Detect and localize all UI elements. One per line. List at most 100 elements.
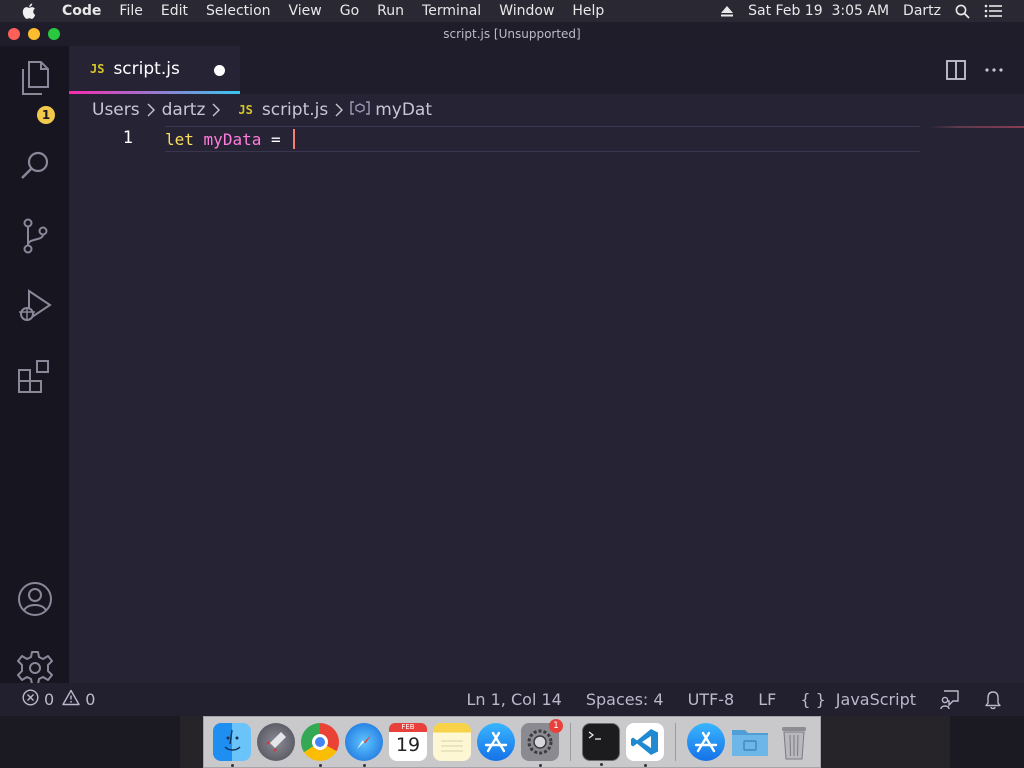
error-count: 0 — [44, 690, 55, 709]
breadcrumb-dartz[interactable]: dartz — [162, 100, 206, 120]
language-mode[interactable]: { } JavaScript — [800, 690, 916, 709]
tab-label: script.js — [113, 58, 180, 79]
chevron-right-icon — [212, 103, 221, 117]
file-encoding[interactable]: UTF-8 — [688, 690, 735, 709]
notification-badge: 1 — [549, 719, 563, 733]
split-editor-icon[interactable] — [946, 60, 966, 84]
editor-actions — [946, 60, 1004, 84]
variable-token: myData — [203, 130, 262, 149]
apple-menu-icon[interactable] — [20, 3, 36, 19]
breadcrumb-users[interactable]: Users — [92, 100, 140, 120]
notifications-bell-icon[interactable] — [984, 690, 1002, 710]
chrome-icon[interactable] — [301, 723, 339, 767]
macos-dock: FEB 19 1 — [203, 716, 821, 768]
launchpad-icon[interactable] — [257, 723, 295, 761]
javascript-file-icon: JS — [238, 103, 253, 117]
code-editor[interactable]: 1 let myData = — [69, 126, 1024, 683]
safari-icon[interactable] — [345, 723, 383, 767]
breadcrumb: Users dartz JS script.js myDat — [69, 94, 1024, 126]
run-debug-icon[interactable] — [17, 288, 53, 324]
running-indicator — [362, 764, 366, 767]
explorer-icon[interactable] — [17, 60, 53, 96]
keyword-token: let — [165, 130, 194, 149]
problems-indicator[interactable]: 0 0 — [22, 689, 95, 710]
feedback-icon[interactable] — [940, 689, 960, 710]
braces-icon: { } — [800, 690, 826, 709]
calendar-icon[interactable]: FEB 19 — [389, 723, 427, 761]
finder-icon[interactable] — [213, 723, 251, 767]
code-line[interactable]: let myData = — [165, 129, 296, 149]
menubar-datetime[interactable]: Sat Feb 19 3:05 AM — [748, 3, 889, 19]
spotlight-search-icon[interactable] — [955, 4, 970, 19]
window-title: script.js [Unsupported] — [443, 27, 581, 41]
trash-icon[interactable] — [775, 723, 813, 761]
control-center-icon[interactable] — [984, 4, 1002, 18]
menu-selection[interactable]: Selection — [197, 0, 280, 22]
unsaved-dot-icon[interactable] — [214, 65, 225, 76]
language-label: JavaScript — [835, 690, 916, 709]
variable-symbol-icon — [350, 101, 370, 119]
more-actions-icon[interactable] — [984, 60, 1004, 84]
javascript-file-icon: JS — [90, 61, 105, 76]
zoom-window-button[interactable] — [48, 28, 60, 40]
close-window-button[interactable] — [8, 28, 20, 40]
menu-view[interactable]: View — [280, 0, 331, 22]
search-icon[interactable] — [17, 148, 53, 184]
menu-window[interactable]: Window — [490, 0, 563, 22]
minimap-indicator — [929, 126, 1024, 128]
breadcrumb-file[interactable]: script.js — [262, 100, 328, 120]
window-titlebar: script.js [Unsupported] — [0, 22, 1024, 46]
warning-count: 0 — [85, 690, 96, 709]
app-store-icon[interactable] — [477, 723, 515, 761]
text-cursor — [293, 129, 296, 149]
breadcrumb-symbol[interactable]: myDat — [375, 100, 432, 120]
manage-gear-icon[interactable] — [17, 650, 53, 686]
running-indicator — [230, 764, 234, 767]
folder-icon[interactable] — [731, 723, 769, 761]
menu-terminal[interactable]: Terminal — [413, 0, 490, 22]
dock-divider — [570, 723, 571, 761]
status-right-items: Ln 1, Col 14 Spaces: 4 UTF-8 LF { } Java… — [442, 689, 1002, 710]
dock-divider — [675, 723, 676, 761]
terminal-icon[interactable] — [582, 723, 620, 766]
line-number: 1 — [122, 128, 133, 148]
editor-tabs-row: JS script.js — [69, 46, 1024, 94]
status-bar: 0 0 Ln 1, Col 14 Spaces: 4 UTF-8 LF { } … — [0, 683, 1024, 716]
eject-icon[interactable] — [720, 5, 734, 17]
menu-app-name[interactable]: Code — [53, 0, 110, 22]
calendar-month: FEB — [389, 723, 427, 732]
menu-help[interactable]: Help — [563, 0, 613, 22]
vscode-window: script.js [Unsupported] 1 JS script.js U… — [0, 22, 1024, 716]
source-control-icon[interactable] — [17, 218, 53, 254]
operator-token: = — [270, 130, 281, 149]
chevron-right-icon — [335, 103, 344, 117]
notes-icon[interactable] — [433, 723, 471, 761]
indentation[interactable]: Spaces: 4 — [586, 690, 664, 709]
calendar-day: 19 — [395, 734, 421, 756]
running-indicator — [643, 764, 647, 767]
menu-edit[interactable]: Edit — [152, 0, 197, 22]
cursor-position[interactable]: Ln 1, Col 14 — [466, 690, 561, 709]
running-indicator — [538, 764, 542, 767]
warning-icon — [62, 689, 80, 710]
system-preferences-icon[interactable]: 1 — [521, 719, 563, 767]
tab-script-js[interactable]: JS script.js — [69, 46, 240, 94]
running-indicator — [599, 763, 603, 766]
minimize-window-button[interactable] — [28, 28, 40, 40]
activity-bar: 1 — [0, 46, 69, 686]
menubar-status-area: Sat Feb 19 3:05 AM Dartz — [720, 0, 1024, 22]
chevron-right-icon — [147, 103, 155, 117]
menubar-user[interactable]: Dartz — [903, 3, 941, 19]
error-icon — [22, 689, 39, 710]
menu-go[interactable]: Go — [331, 0, 368, 22]
running-indicator — [318, 764, 322, 767]
extensions-icon[interactable] — [17, 358, 53, 394]
window-controls — [8, 28, 60, 40]
macos-menubar: Code File Edit Selection View Go Run Ter… — [0, 0, 1024, 22]
account-icon[interactable] — [17, 581, 53, 617]
end-of-line[interactable]: LF — [758, 690, 776, 709]
menu-file[interactable]: File — [110, 0, 151, 22]
app-store-downloads-icon[interactable] — [687, 723, 725, 761]
menu-run[interactable]: Run — [368, 0, 413, 22]
vscode-icon[interactable] — [626, 723, 664, 767]
